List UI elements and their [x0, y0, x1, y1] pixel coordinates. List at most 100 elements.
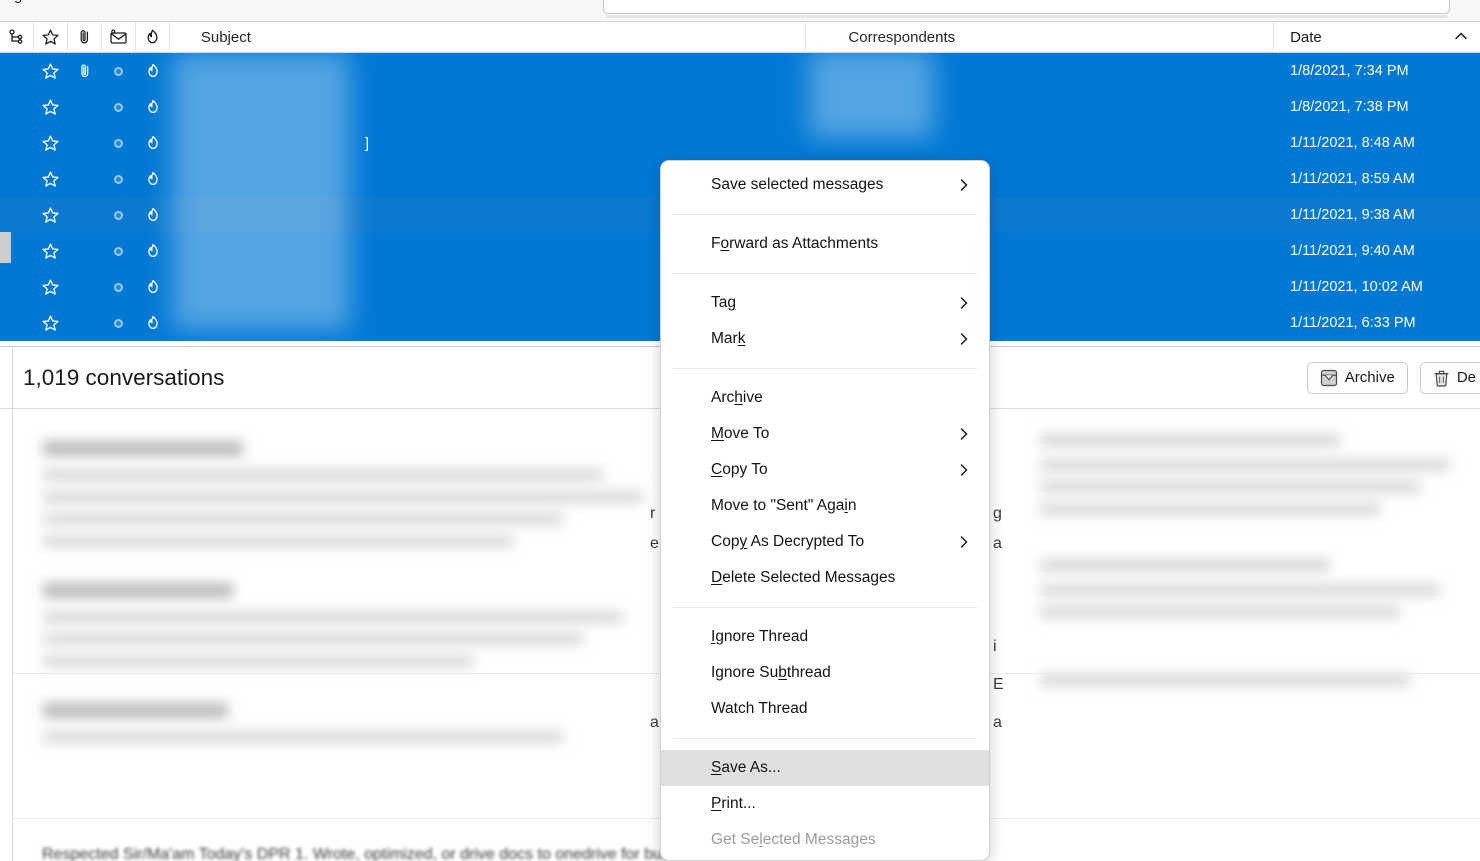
column-header-thread[interactable] — [0, 21, 34, 53]
row-star-toggle[interactable] — [34, 197, 68, 233]
column-header-starred[interactable] — [34, 21, 68, 53]
junk-flame-icon — [148, 171, 158, 185]
search-input[interactable] — [603, 0, 1450, 14]
column-header-attachment[interactable] — [68, 21, 102, 53]
unread-dot-icon — [114, 102, 124, 112]
context-menu-group: Ignore Thread Ignore Subthread Watch Thr… — [661, 613, 989, 733]
row-unread-toggle[interactable] — [102, 269, 136, 305]
menu-item-mark[interactable]: Mark — [661, 321, 989, 357]
row-thread-cell — [0, 125, 34, 161]
delete-button-label: De — [1456, 369, 1476, 386]
row-date: 1/11/2021, 8:59 AM — [1274, 161, 1480, 197]
row-junk-toggle[interactable] — [136, 161, 170, 197]
menu-item-tag[interactable]: Tag — [661, 285, 989, 321]
row-unread-toggle[interactable] — [102, 305, 136, 341]
preview-header-line — [43, 441, 243, 456]
row-junk-toggle[interactable] — [136, 125, 170, 161]
message-list-scrollbar-thumb[interactable] — [0, 232, 11, 263]
row-star-toggle[interactable] — [34, 125, 68, 161]
row-unread-toggle[interactable] — [102, 125, 136, 161]
menu-item-copy-to[interactable]: Copy To — [661, 452, 989, 488]
row-junk-toggle[interactable] — [136, 53, 170, 89]
row-junk-toggle[interactable] — [136, 89, 170, 125]
menu-item-delete-selected-messages[interactable]: Delete Selected Messages — [661, 560, 989, 596]
column-header-unread[interactable] — [102, 21, 136, 53]
column-header-correspondents-label: Correspondents — [848, 28, 956, 46]
menu-item-move-to[interactable]: Move To — [661, 416, 989, 452]
row-unread-toggle[interactable] — [102, 233, 136, 269]
row-date: 1/8/2021, 7:38 PM — [1274, 89, 1480, 125]
row-star-toggle[interactable] — [34, 269, 68, 305]
table-row[interactable]: ] 1/11/2021, 8:48 AM — [0, 125, 1480, 161]
chevron-right-icon — [960, 428, 968, 440]
row-date-text: 1/8/2021, 7:34 PM — [1290, 63, 1409, 79]
row-junk-toggle[interactable] — [136, 197, 170, 233]
row-star-toggle[interactable] — [34, 53, 68, 89]
row-thread-cell — [0, 53, 34, 89]
delete-button[interactable]: De — [1419, 361, 1480, 394]
menu-item-label: Ignore Thread — [711, 628, 809, 645]
preview-header-line — [43, 583, 233, 598]
menu-item-forward-as-attachments[interactable]: Forward as Attachments — [661, 226, 989, 262]
row-date: 1/11/2021, 10:02 AM — [1274, 269, 1480, 305]
column-header-correspondents[interactable]: Correspondents — [806, 21, 1275, 53]
row-star-toggle[interactable] — [34, 89, 68, 125]
star-icon — [42, 28, 59, 45]
archive-button-label: Archive — [1344, 369, 1395, 386]
conversation-count-label: 1,019 conversations — [23, 364, 225, 390]
preview-body-line — [43, 633, 583, 645]
preview-body-line — [43, 611, 623, 623]
menu-item-label: Forward as Attachments — [711, 235, 879, 252]
menu-item-move-to-sent-again[interactable]: Move to "Sent" Again — [661, 488, 989, 524]
preview-body-line — [43, 513, 563, 525]
row-unread-toggle[interactable] — [102, 89, 136, 125]
row-unread-toggle[interactable] — [102, 161, 136, 197]
menu-item-watch-thread[interactable]: Watch Thread — [661, 691, 989, 727]
menu-item-ignore-thread[interactable]: Ignore Thread — [661, 619, 989, 655]
row-star-toggle[interactable] — [34, 161, 68, 197]
row-date-text: 1/11/2021, 6:33 PM — [1290, 315, 1416, 331]
column-header-junk[interactable] — [136, 21, 170, 53]
column-header-date-label: Date — [1290, 28, 1322, 46]
row-star-toggle[interactable] — [34, 233, 68, 269]
thunderbird-window: g — [0, 0, 1480, 861]
row-junk-toggle[interactable] — [136, 269, 170, 305]
row-attachment-cell — [68, 125, 102, 161]
preview-edge-letter: E — [993, 676, 1004, 693]
menu-item-save-as[interactable]: Save As... — [661, 750, 989, 786]
menu-item-label: Delete Selected Messages — [711, 569, 896, 586]
archive-button[interactable]: Archive — [1306, 361, 1408, 394]
row-date: 1/11/2021, 8:48 AM — [1274, 125, 1480, 161]
row-attachment-cell — [68, 305, 102, 341]
row-unread-toggle[interactable] — [102, 197, 136, 233]
menu-item-archive[interactable]: Archive — [661, 380, 989, 416]
star-icon — [42, 206, 60, 223]
row-star-toggle[interactable] — [34, 305, 68, 341]
menu-item-ignore-subthread[interactable]: Ignore Subthread — [661, 655, 989, 691]
message-preview-right-column — [1040, 434, 1460, 696]
menu-item-print[interactable]: Print... — [661, 786, 989, 822]
message-context-menu[interactable]: Save selected messages Forward as Attach… — [660, 160, 990, 861]
row-correspondents — [806, 53, 1274, 89]
trash-icon — [1434, 370, 1449, 387]
row-unread-toggle[interactable] — [102, 53, 136, 89]
row-junk-toggle[interactable] — [136, 233, 170, 269]
row-attachment-cell — [68, 269, 102, 305]
menu-item-label: Move to "Sent" Again — [711, 497, 857, 514]
menu-item-copy-as-decrypted-to[interactable]: Copy As Decrypted To — [661, 524, 989, 560]
context-menu-group: Forward as Attachments — [661, 220, 989, 268]
table-row[interactable]: 1/8/2021, 7:34 PM — [0, 53, 1480, 89]
row-attachment-cell — [68, 233, 102, 269]
paperclip-icon — [81, 64, 89, 78]
column-header-subject[interactable]: Subject — [170, 21, 807, 53]
row-date: 1/11/2021, 6:33 PM — [1274, 305, 1480, 341]
chevron-right-icon — [960, 297, 968, 309]
row-junk-toggle[interactable] — [136, 305, 170, 341]
menu-item-save-selected-messages[interactable]: Save selected messages — [661, 167, 989, 203]
junk-flame-icon — [148, 207, 158, 221]
menu-item-label: Copy To — [711, 461, 768, 478]
menu-divider — [673, 607, 977, 608]
column-header-date[interactable]: Date — [1274, 21, 1480, 53]
row-date-text: 1/11/2021, 9:38 AM — [1290, 207, 1415, 223]
table-row[interactable]: 1/8/2021, 7:38 PM — [0, 89, 1480, 125]
